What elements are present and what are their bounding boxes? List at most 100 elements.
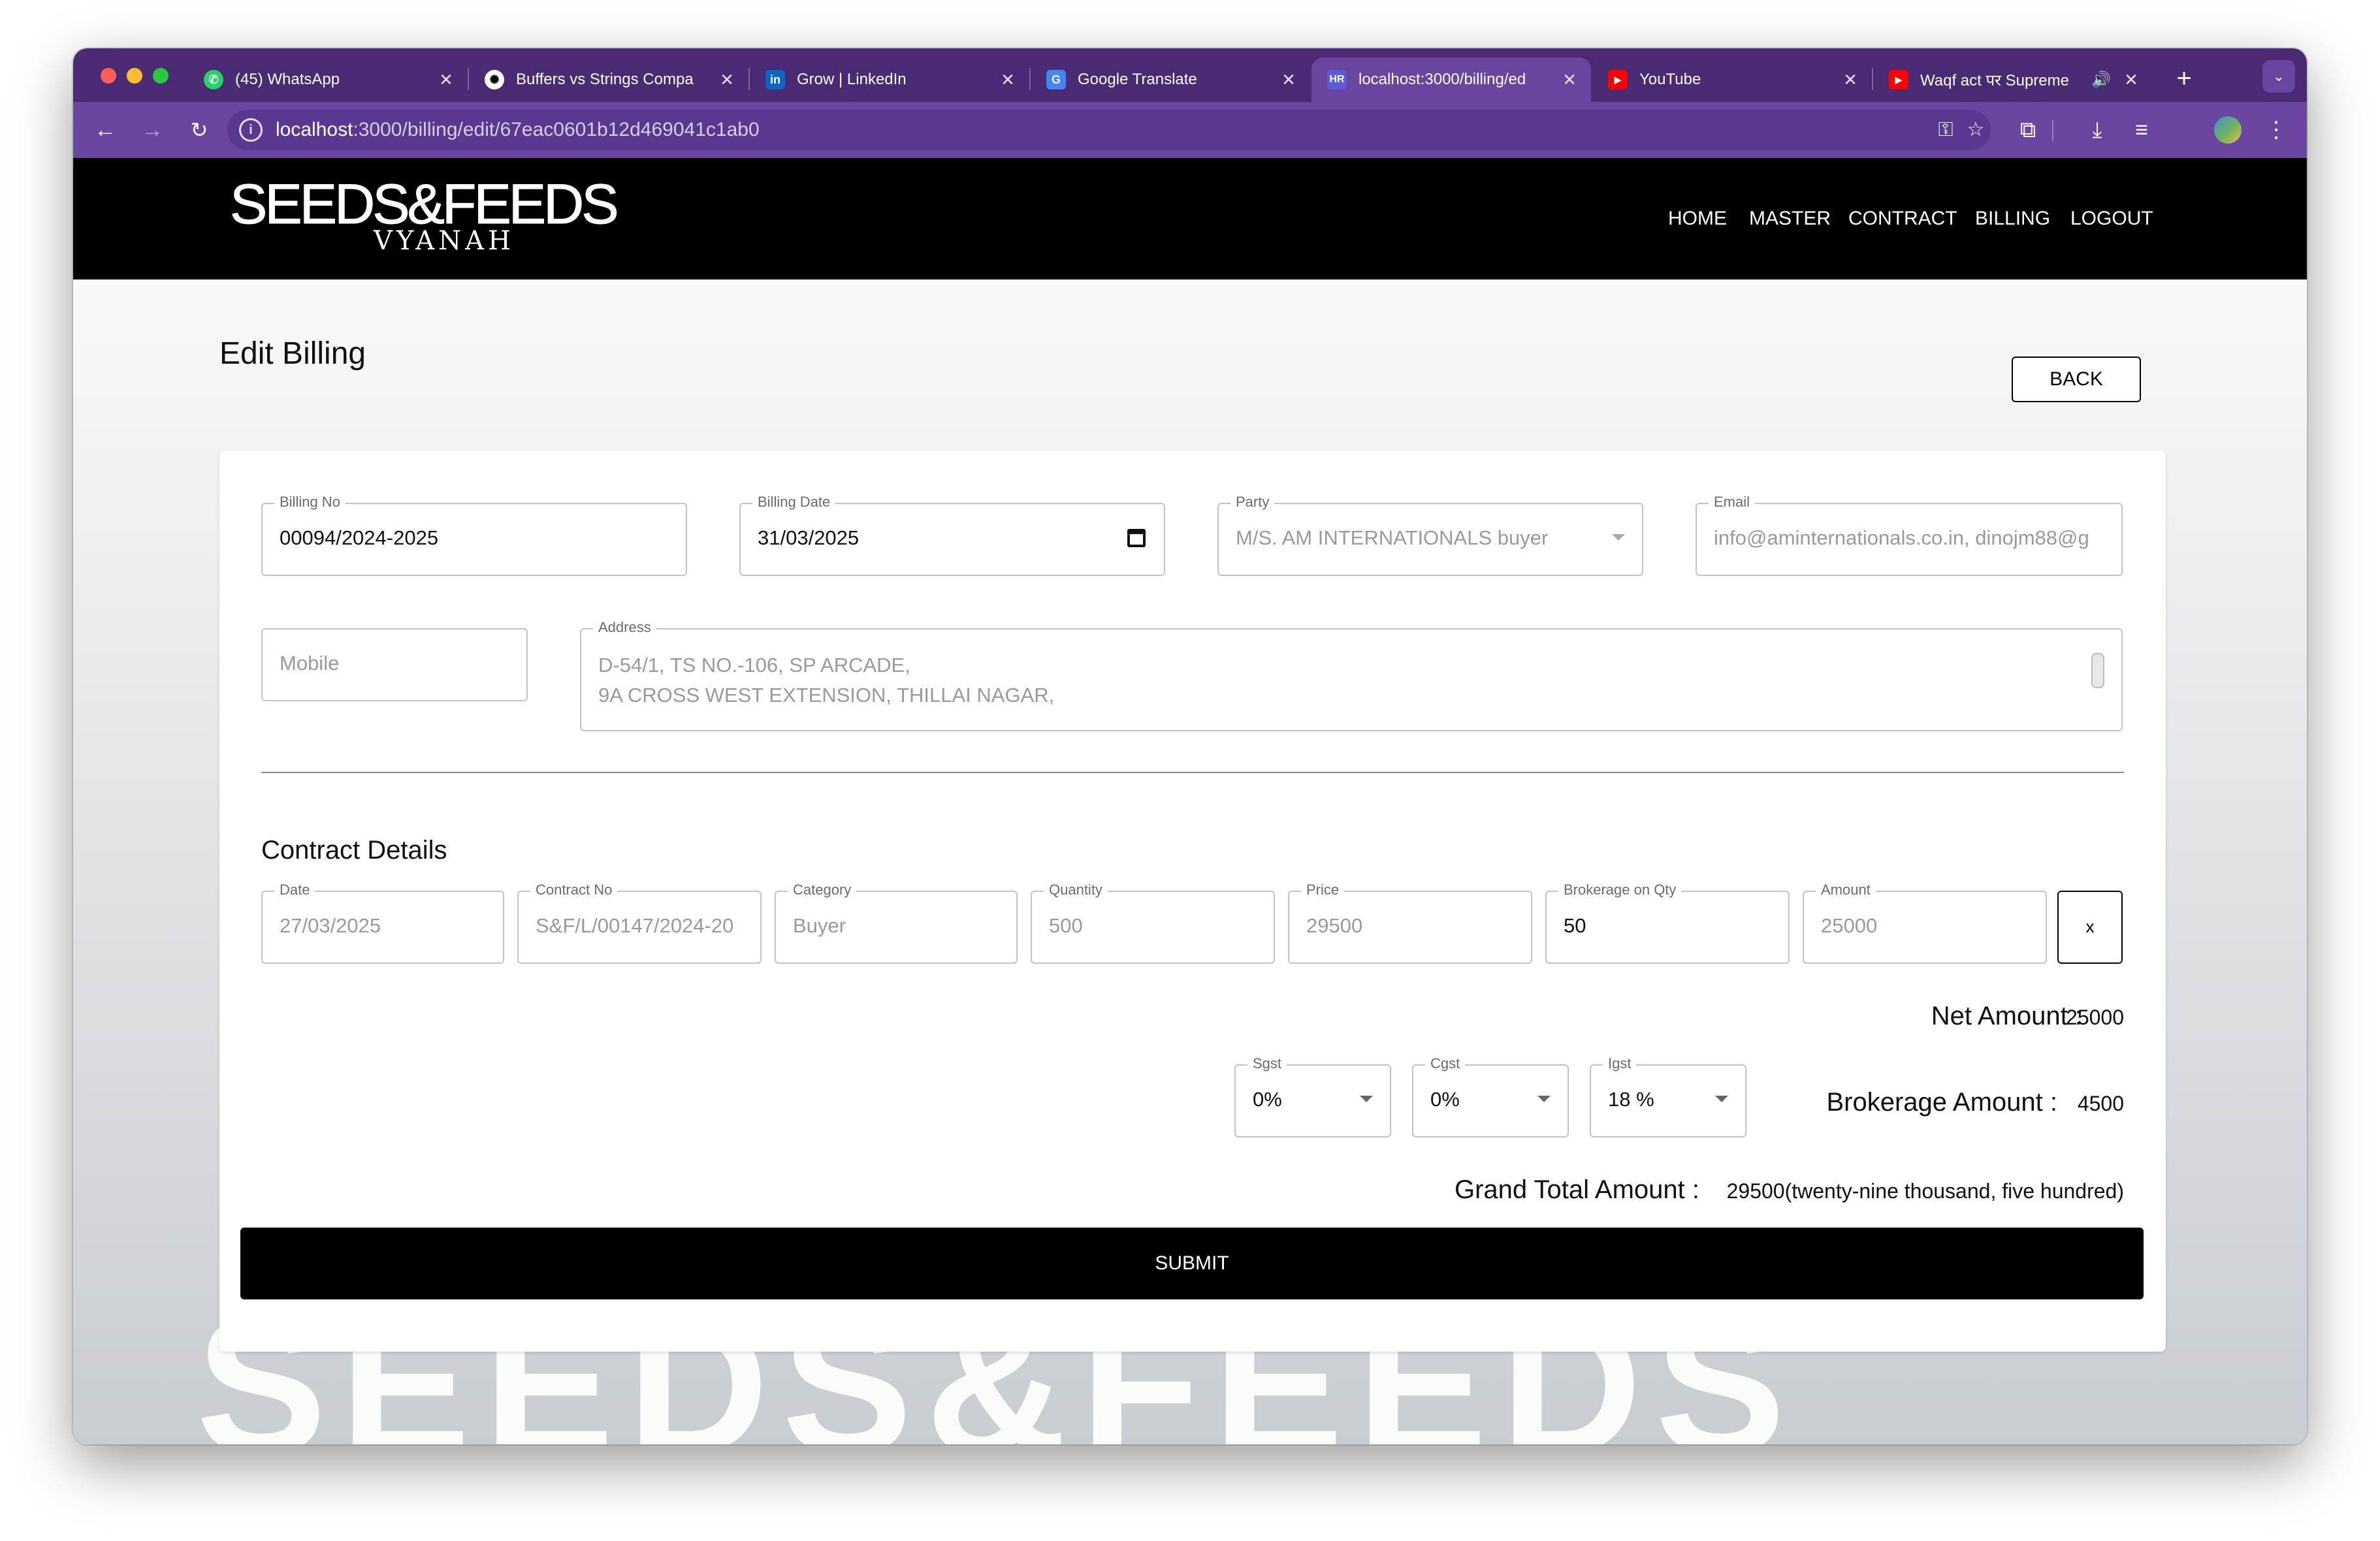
contract-date-field[interactable]: Date 27/03/2025 [261, 882, 504, 964]
amount-field[interactable]: Amount 25000 [1803, 882, 2047, 964]
password-key-icon[interactable]: ⚿ [1931, 115, 1961, 145]
close-icon[interactable]: ✕ [1560, 70, 1579, 90]
kebab-menu-icon[interactable]: ⋮ [2260, 114, 2292, 146]
billing-no-field[interactable]: Billing No 00094/2024-2025 [261, 494, 687, 576]
address-field[interactable]: Address D-54/1, TS NO.-106, SP ARCADE, 9… [580, 619, 2123, 731]
nav-billing[interactable]: BILLING [1975, 208, 2050, 230]
billing-date-field[interactable]: Billing Date 31/03/2025 [739, 494, 1165, 576]
maximize-window-button[interactable] [153, 68, 169, 84]
brokerage-on-qty-value[interactable]: 50 [1564, 914, 1775, 938]
contract-date-value: 27/03/2025 [280, 914, 381, 937]
close-window-button[interactable] [101, 68, 116, 84]
nav-logout[interactable]: LOGOUT [2070, 208, 2153, 230]
nav-master[interactable]: MASTER [1749, 208, 1831, 230]
page-content: SEEDS&FEEDS Edit Billing BACK Billing No… [73, 279, 2307, 1444]
nav-contract[interactable]: CONTRACT [1848, 208, 1957, 230]
speaker-icon[interactable]: 🔊 [2091, 71, 2111, 89]
price-field[interactable]: Price 29500 [1288, 882, 1532, 964]
chevron-down-icon [1715, 1096, 1728, 1102]
price-value: 29500 [1306, 914, 1363, 937]
address-value: D-54/1, TS NO.-106, SP ARCADE, 9A CROSS … [598, 654, 1055, 707]
field-label: Address [593, 619, 656, 636]
mobile-placeholder: Mobile [280, 652, 340, 675]
tab-billing-edit[interactable]: HR localhost:3000/billing/ed ✕ [1311, 57, 1591, 102]
url-host: localhost [276, 119, 353, 140]
party-value: M/S. AM INTERNATIONALS buyer [1236, 526, 1549, 549]
address-bar[interactable]: i localhost:3000/billing/edit/67eac0601b… [227, 110, 1991, 150]
extensions-icon[interactable]: ⧉ [2012, 114, 2044, 146]
scrollbar[interactable] [2091, 653, 2104, 688]
field-label: Category [788, 882, 857, 898]
url-text[interactable]: localhost:3000/billing/edit/67eac0601b12… [276, 119, 760, 141]
email-field[interactable]: Email info@aminternationals.co.in, dinoj… [1696, 494, 2123, 576]
forward-arrow-icon[interactable]: → [136, 114, 169, 146]
tab-youtube[interactable]: ▶ YouTube ✕ [1592, 57, 1872, 102]
email-value: info@aminternationals.co.in, dinojm88@g [1714, 526, 2089, 549]
reload-icon[interactable]: ↻ [183, 114, 216, 146]
quantity-field[interactable]: Quantity 500 [1031, 882, 1275, 964]
sgst-value: 0% [1253, 1088, 1282, 1111]
tab-google-translate[interactable]: G Google Translate ✕ [1031, 57, 1310, 102]
tab-title: Grow | LinkedIn [797, 71, 907, 88]
tab-search-button[interactable]: ⌄ [2262, 60, 2295, 93]
tab-chatgpt[interactable]: ✺ Buffers vs Strings Compa ✕ [469, 57, 748, 102]
close-icon[interactable]: ✕ [436, 70, 456, 90]
net-amount-value: 25000 [2066, 1006, 2124, 1029]
tab-linkedin[interactable]: in Grow | LinkedIn ✕ [750, 57, 1029, 102]
submit-button[interactable]: SUBMIT [240, 1228, 2144, 1299]
field-label: Billing Date [752, 494, 836, 511]
net-amount-label: Net Amount : [1931, 1002, 2082, 1030]
sgst-select[interactable]: Sgst 0% [1234, 1055, 1391, 1137]
page-title: Edit Billing [219, 336, 366, 371]
close-icon[interactable]: ✕ [1279, 70, 1298, 90]
tab-title: localhost:3000/billing/ed [1359, 71, 1526, 88]
site-header: SEEDS&FEEDS VYANAH HOME MASTER CONTRACT … [73, 158, 2307, 279]
brokerage-on-qty-field[interactable]: Brokerage on Qty 50 [1545, 882, 1790, 964]
new-tab-button[interactable]: + [2164, 59, 2204, 99]
browser-toolbar: ← → ↻ i localhost:3000/billing/edit/67ea… [73, 102, 2307, 158]
field-label: Quantity [1044, 882, 1108, 898]
category-field[interactable]: Category Buyer [775, 882, 1018, 964]
field-label: Amount [1816, 882, 1876, 898]
brokerage-amount-value: 4500 [2077, 1092, 2124, 1115]
download-icon[interactable]: ⤓ [2081, 114, 2114, 146]
field-label: Billing No [274, 494, 346, 511]
brokerage-amount-label: Brokerage Amount : [1826, 1088, 2057, 1117]
minimize-window-button[interactable] [127, 68, 142, 84]
category-value: Buyer [793, 914, 846, 937]
igst-select[interactable]: Igst 18 % [1590, 1055, 1746, 1137]
back-arrow-icon[interactable]: ← [89, 114, 121, 146]
mobile-field[interactable]: Mobile [261, 628, 528, 701]
profile-avatar[interactable] [2214, 116, 2242, 144]
media-queue-icon[interactable]: ≡ [2125, 114, 2158, 146]
close-icon[interactable]: ✕ [998, 70, 1018, 90]
igst-value: 18 % [1608, 1088, 1654, 1111]
remove-contract-button[interactable]: x [2057, 891, 2123, 964]
cgst-select[interactable]: Cgst 0% [1412, 1055, 1569, 1137]
field-label: Sgst [1247, 1055, 1287, 1072]
info-icon[interactable]: i [239, 118, 263, 142]
openai-icon: ✺ [485, 70, 504, 89]
bookmark-star-icon[interactable]: ☆ [1961, 115, 1991, 145]
tab-title: YouTube [1639, 71, 1701, 88]
field-label: Party [1230, 494, 1275, 511]
contract-no-value: S&F/L/00147/2024-20 [536, 914, 734, 937]
billing-date-value[interactable]: 31/03/2025 [758, 526, 1151, 550]
close-icon[interactable]: ✕ [2121, 70, 2141, 90]
calendar-icon[interactable] [1127, 529, 1146, 547]
close-icon[interactable]: ✕ [717, 70, 737, 90]
party-select[interactable]: Party M/S. AM INTERNATIONALS buyer [1217, 494, 1643, 576]
field-label: Date [274, 882, 315, 898]
field-label: Contract No [530, 882, 618, 898]
close-icon[interactable]: ✕ [1841, 70, 1860, 90]
contract-no-field[interactable]: Contract No S&F/L/00147/2024-20 [517, 882, 762, 964]
tab-youtube-waqf[interactable]: ▶ Waqf act पर Supreme 🔊 ✕ [1873, 57, 2153, 102]
field-label: Price [1301, 882, 1345, 898]
linkedin-icon: in [765, 70, 785, 89]
tab-whatsapp[interactable]: ✆ (45) WhatsApp ✕ [188, 57, 468, 102]
billing-no-value[interactable]: 00094/2024-2025 [280, 526, 673, 550]
nav-home[interactable]: HOME [1668, 208, 1727, 230]
section-divider [261, 772, 2124, 773]
tab-title: Google Translate [1078, 71, 1197, 88]
back-button[interactable]: BACK [2012, 357, 2141, 402]
